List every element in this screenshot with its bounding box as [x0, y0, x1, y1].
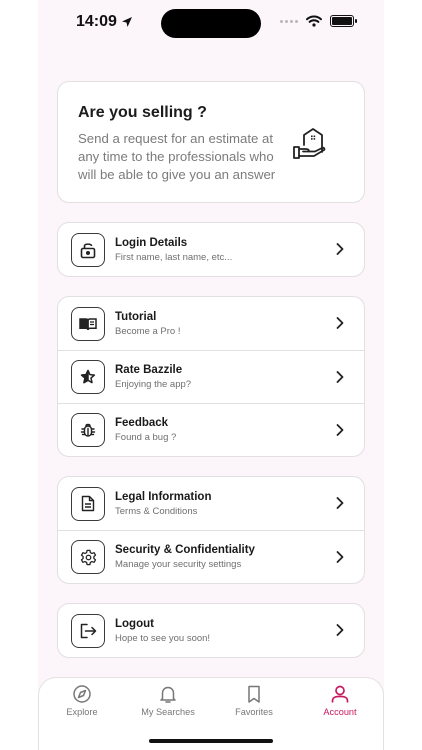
row-subtitle: Found a bug ?	[115, 432, 177, 443]
row-title: Logout	[115, 617, 154, 630]
row-subtitle: Manage your security settings	[115, 559, 242, 570]
tab-account[interactable]: Account	[297, 684, 383, 717]
house-hand-icon	[293, 128, 326, 159]
tab-my-searches[interactable]: My Searches	[125, 684, 211, 717]
wifi-icon	[306, 15, 322, 27]
location-arrow-icon	[121, 17, 132, 27]
selling-card[interactable]: Are you selling ? Send a request for an …	[57, 81, 365, 203]
dynamic-island	[161, 9, 261, 38]
row-title: Security & Confidentiality	[115, 544, 255, 556]
account-group: Login Details First name, last name, etc…	[57, 222, 365, 277]
row-subtitle: Hope to see you soon!	[115, 632, 211, 644]
gear-icon	[80, 549, 96, 565]
status-bar: 14:09	[38, 0, 384, 48]
security-row[interactable]: Security & Confidentiality Manage your s…	[58, 530, 364, 583]
selling-title: Are you selling ?	[78, 104, 207, 121]
home-indicator	[149, 739, 273, 743]
bell-icon	[160, 686, 176, 703]
row-title: Tutorial	[115, 310, 157, 323]
star-icon	[80, 369, 96, 384]
logout-icon	[80, 623, 96, 638]
row-title: Rate Bazzile	[115, 364, 183, 376]
chevron-right-icon	[336, 497, 344, 509]
chevron-right-icon	[336, 371, 344, 383]
lock-icon	[80, 242, 96, 258]
bug-icon	[80, 423, 96, 437]
chevron-right-icon	[336, 317, 344, 329]
chevron-right-icon	[336, 551, 344, 563]
person-icon	[331, 685, 349, 703]
tab-label: My Searches	[141, 707, 195, 717]
tab-label: Favorites	[235, 707, 273, 717]
document-icon	[81, 495, 95, 512]
chevron-right-icon	[336, 424, 344, 436]
status-time: 14:09	[76, 13, 117, 30]
tab-label: Account	[323, 707, 357, 717]
feedback-row[interactable]: Feedback Found a bug ?	[58, 403, 364, 456]
app-screen: 14:09 Are you selling ? Send a request f…	[38, 0, 384, 750]
row-subtitle: First name, last name, etc...	[115, 251, 233, 263]
bookmark-icon	[248, 685, 260, 703]
selling-description: Send a request for an estimate at any ti…	[78, 131, 276, 182]
legal-information-row[interactable]: Legal Information Terms & Conditions	[58, 477, 364, 530]
logout-row[interactable]: Logout Hope to see you soon!	[58, 604, 364, 657]
signal-icon	[280, 19, 298, 23]
legal-group: Legal Information Terms & Conditions Sec…	[57, 476, 365, 584]
chevron-right-icon	[336, 243, 344, 255]
book-icon	[79, 317, 97, 330]
compass-icon	[73, 685, 91, 703]
rate-app-row[interactable]: Rate Bazzile Enjoying the app?	[58, 350, 364, 403]
battery-icon	[330, 15, 357, 27]
login-details-row[interactable]: Login Details First name, last name, etc…	[58, 223, 364, 276]
row-title: Feedback	[115, 417, 169, 429]
row-title: Legal Information	[115, 490, 212, 503]
row-subtitle: Enjoying the app?	[115, 379, 192, 390]
tab-explore[interactable]: Explore	[39, 684, 125, 717]
row-subtitle: Become a Pro !	[115, 325, 181, 337]
logout-group: Logout Hope to see you soon!	[57, 603, 365, 658]
chevron-right-icon	[336, 624, 344, 636]
row-subtitle: Terms & Conditions	[115, 505, 198, 517]
tab-favorites[interactable]: Favorites	[211, 684, 297, 717]
tutorial-row[interactable]: Tutorial Become a Pro !	[58, 297, 364, 350]
row-title: Login Details	[115, 236, 188, 249]
app-group: Tutorial Become a Pro ! Rate Bazzile Enj…	[57, 296, 365, 457]
tab-label: Explore	[66, 707, 98, 717]
